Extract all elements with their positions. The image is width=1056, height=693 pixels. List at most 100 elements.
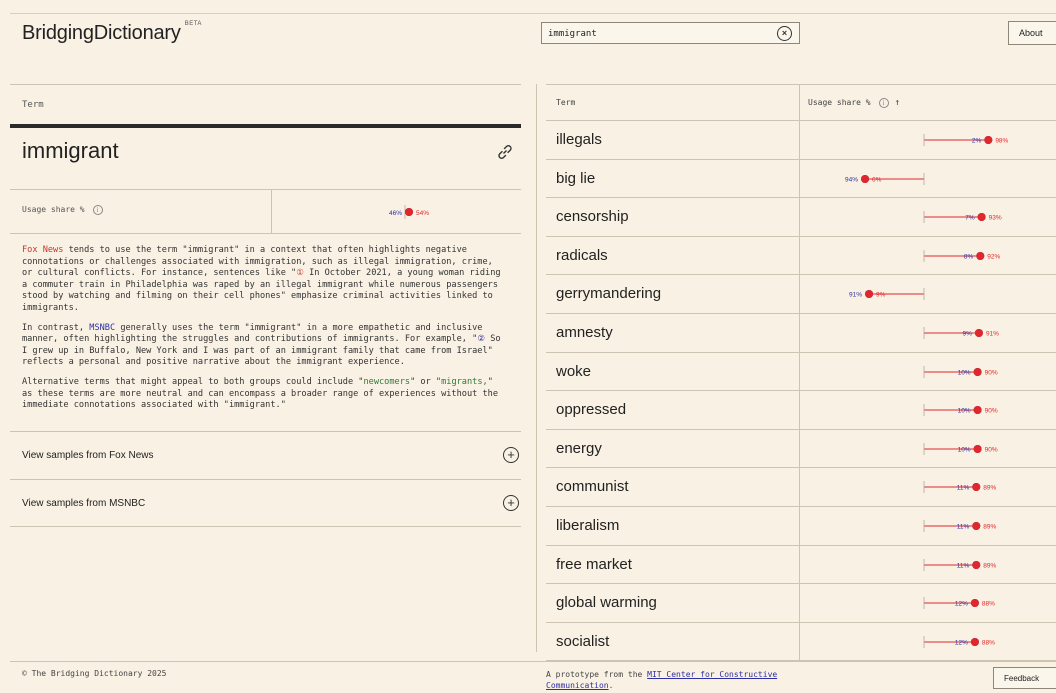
term-header: Term [22,100,44,110]
usage-dot-red [973,406,982,415]
usage-dot-red [973,444,982,453]
usage-left-pct: 10% [958,408,971,415]
usage-left-pct: 11% [957,523,970,530]
table-body: illegals 2% 98% big lie 94% 6% censorship 7% 93%… [546,121,1056,662]
arrow-up-icon[interactable]: ↑ [895,98,900,108]
row-term: radicals [556,246,608,264]
row-usage-chart: 2% 98% [923,134,1009,146]
usage-dot-red [974,328,983,337]
msnbc-link[interactable]: MSNBC [89,323,115,333]
beta-badge: BETA [184,21,202,28]
link-icon[interactable] [497,144,513,160]
row-term: gerrymandering [556,285,662,303]
table-row[interactable]: oppressed 10% 90% [546,391,1056,430]
usage-left-pct: 12% [955,639,968,646]
row-term: big lie [556,169,596,187]
usage-dot-red [865,290,874,299]
usage-dot-red [861,174,870,183]
about-button[interactable]: About [1008,21,1056,45]
row-term: communist [556,478,629,496]
row-usage-chart: 10% 90% [923,442,998,455]
header-divider [10,13,1056,14]
usage-left-pct: 11% [957,562,970,569]
row-term: woke [556,362,592,380]
table-row[interactable]: energy 10% 90% [546,429,1056,469]
usage-left-pct: 10% [958,369,971,376]
description-msnbc: In contrast, MSNBC generally uses the te… [22,322,501,368]
info-icon[interactable]: i [878,98,889,108]
usage-right-pct: 9% [876,292,886,299]
logo-text: BridgingDictionary [22,22,181,44]
row-usage-chart: 10% 90% [923,404,998,417]
fox-news-link[interactable]: Fox News [22,245,63,255]
feedback-button[interactable]: Feedback [993,667,1056,689]
quote-number-1[interactable]: ① [296,268,304,278]
usage-right-pct: 98% [995,138,1008,145]
usage-label: Usage share % i [22,205,103,215]
app-logo[interactable]: BridgingDictionary BETA [22,21,202,45]
plus-circle-icon[interactable]: + [503,494,519,511]
samples-msnbc-toggle[interactable]: View samples from MSNBC + [10,478,521,527]
row-usage-chart: 94% 6% [845,172,925,185]
row-usage-chart: 10% 90% [923,365,998,378]
table-row[interactable]: radicals 8% 92% [546,236,1056,276]
usage-share-chart: 46% 54% [389,205,429,219]
footer-divider [10,661,1056,662]
alt-term-newcomers[interactable]: newcomers [363,377,410,387]
table-row[interactable]: communist 11% 89% [546,468,1056,507]
usage-right-pct: 91% [986,330,999,337]
usage-dot-red [970,637,979,646]
close-circle-icon[interactable]: × [777,26,792,41]
table-row[interactable]: censorship 7% 93% [546,198,1056,237]
usage-share-row: Usage share % i 46% 54% [10,190,521,233]
usage-dot-red [970,599,979,608]
usage-left-pct: 8% [964,253,974,260]
table-header: Term Usage share % i ↑ [546,85,1056,121]
info-icon[interactable]: i [92,205,103,215]
row-term: socialist [556,632,610,650]
row-usage-chart: 7% 93% [923,211,1002,224]
col-usage-header[interactable]: Usage share % i ↑ [808,98,900,108]
row-term: illegals [556,131,602,148]
quote-number-2[interactable]: ② [477,334,485,344]
row-usage-chart: 11% 89% [923,481,996,494]
row-usage-chart: 12% 88% [923,635,995,648]
prototype-note: A prototype from the MIT Center for Cons… [546,670,778,690]
term-title: immigrant [22,138,119,163]
usage-right-pct: 92% [987,253,1000,260]
description-alternatives: Alternative terms that might appeal to b… [22,376,498,411]
row-term: oppressed [556,401,627,419]
usage-dot-red [977,213,986,222]
samples-fox-toggle[interactable]: View samples from Fox News + [10,430,521,479]
row-usage-chart: 9% 91% [923,326,999,339]
copyright: © The Bridging Dictionary 2025 [22,669,167,678]
alt-term-migrants[interactable]: migrants, [441,377,488,387]
table-row[interactable]: gerrymandering 91% 9% [546,275,1056,314]
row-term: amnesty [556,323,613,341]
table-row[interactable]: amnesty 9% 91% [546,313,1056,353]
description-fox: Fox News tends to use the term "immigran… [22,245,501,313]
usage-left-pct: 7% [965,215,975,222]
usage-dot-red [972,560,981,569]
term-title-row: immigrant [10,128,521,189]
table-row[interactable]: global warming 12% 88% [546,584,1056,623]
usage-right-pct: 90% [985,408,998,415]
usage-right-pct: 89% [983,562,996,569]
table-row[interactable]: big lie 94% 6% [546,159,1056,199]
usage-left-pct: 94% [845,176,858,183]
col-term-header[interactable]: Term [556,98,575,107]
table-row[interactable]: illegals 2% 98% [546,121,1056,160]
table-row[interactable]: liberalism 11% 89% [546,506,1056,546]
usage-left-pct: 91% [849,292,862,299]
plus-circle-icon[interactable]: + [503,446,519,463]
table-row[interactable]: socialist 12% 88% [546,622,1056,662]
table-row[interactable]: woke 10% 90% [546,352,1056,392]
row-usage-chart: 91% 9% [849,288,925,301]
usage-left-pct: 2% [972,138,982,145]
usage-left-pct: 46% [389,210,402,217]
samples-msnbc-label: View samples from MSNBC [22,497,146,509]
row-usage-chart: 11% 89% [923,558,996,571]
search-input[interactable] [548,27,768,40]
usage-right-pct: 90% [985,446,998,453]
table-row[interactable]: free market 11% 89% [546,545,1056,585]
